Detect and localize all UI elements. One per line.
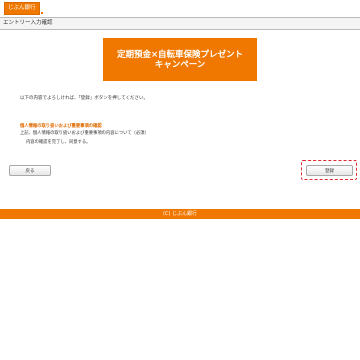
register-button[interactable]: 登録 [306,165,353,176]
entry-confirm-page: じぶん銀行 エントリー入力確認 定期預金×自転車保険プレゼント キャンペーン 以… [0,0,360,360]
page-title: エントリー入力確認 [3,20,53,26]
notice-heading: 個人情報の取り扱いおよび重要事項の確認 [20,124,102,129]
campaign-banner: 定期預金×自転車保険プレゼント キャンペーン [103,38,257,81]
bank-logo[interactable]: じぶん銀行 [4,2,40,15]
confirm-text: 内容の確認を完了し、同意する。 [26,140,91,145]
footer-copyright: (C) じぶん銀行 [0,209,360,219]
intro-text: 以下の内容でよろしければ、「登録」ボタンを押してください。 [20,96,148,101]
header-logo-area: じぶん銀行 [4,2,43,15]
page-title-bar: エントリー入力確認 [0,17,360,30]
campaign-banner-line2: キャンペーン [154,59,206,70]
campaign-banner-line1: 定期預金×自転車保険プレゼント [116,49,244,60]
back-button[interactable]: 戻る [9,165,51,176]
notice-text: 上記、個人情報の取り扱いおよび重要事項の内容について（必須） [20,131,149,136]
logo-dot-icon [40,12,43,14]
